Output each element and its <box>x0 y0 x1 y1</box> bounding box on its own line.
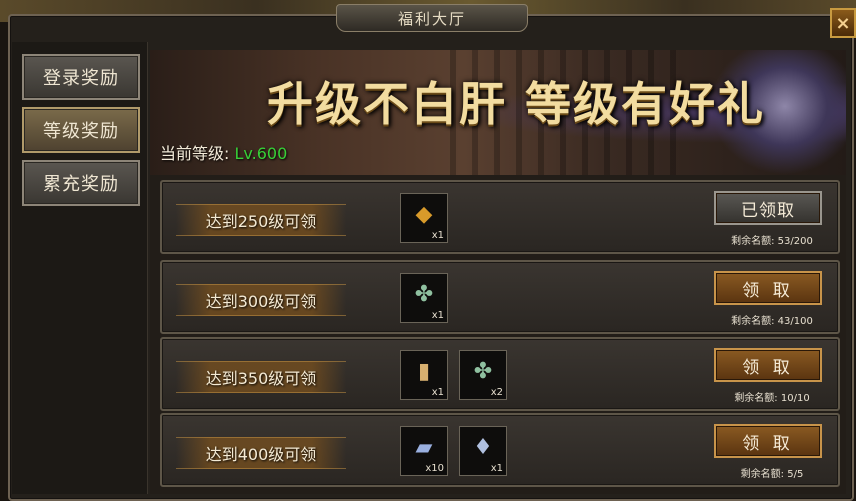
remaining-quota: 剩余名额: 5/5 <box>740 469 804 480</box>
silver-ingot-icon: ▰ <box>415 435 433 460</box>
reward-item-slot[interactable]: ◆ x1 <box>400 193 448 243</box>
sidebar: 登录奖励 等级奖励 累充奖励 <box>12 42 148 494</box>
reward-item-slot[interactable]: ✤ x2 <box>459 350 507 400</box>
item-quantity: x1 <box>431 387 444 398</box>
remaining-quota: 剩余名额: 53/200 <box>731 236 813 247</box>
reward-item-slot[interactable]: ▰ x10 <box>400 426 448 476</box>
sidebar-item-level-reward[interactable]: 等级奖励 <box>22 107 140 153</box>
clover-amulet-icon: ✤ <box>414 282 434 307</box>
reward-requirement: 达到250级可领 <box>176 204 346 236</box>
claim-button[interactable]: 领 取 <box>714 424 822 458</box>
item-quantity: x1 <box>431 230 444 241</box>
main-panel: 升级不白肝 等级有好礼 当前等级: Lv.600 达到250级可领 ◆ x1 已… <box>150 50 846 494</box>
remaining-quota: 剩余名额: 43/100 <box>731 316 813 327</box>
reward-row: 达到300级可领 ✤ x1 领 取 剩余名额: 43/100 <box>160 260 840 334</box>
reward-row: 达到400级可领 ▰ x10 ♦ x1 领 取 剩余名额: 5/5 <box>160 413 840 487</box>
crystal-shard-icon: ♦ <box>473 435 493 460</box>
reward-item-slot[interactable]: ♦ x1 <box>459 426 507 476</box>
current-level-value: Lv.600 <box>234 144 288 163</box>
banner-title: 升级不白肝 等级有好礼 <box>266 77 765 131</box>
reward-item-slot[interactable]: ▮ x1 <box>400 350 448 400</box>
reward-item-slot[interactable]: ✤ x1 <box>400 273 448 323</box>
gold-bar-icon: ▮ <box>417 359 431 384</box>
reward-row: 达到250级可领 ◆ x1 已领取 剩余名额: 53/200 <box>160 180 840 254</box>
gold-gem-icon: ◆ <box>415 202 433 227</box>
claimed-button[interactable]: 已领取 <box>714 191 822 225</box>
claim-button[interactable]: 领 取 <box>714 271 822 305</box>
reward-row: 达到350级可领 ▮ x1 ✤ x2 领 取 剩余名额: 10/10 <box>160 337 840 411</box>
reward-requirement: 达到300级可领 <box>176 284 346 316</box>
claim-button[interactable]: 领 取 <box>714 348 822 382</box>
current-level: 当前等级: Lv.600 <box>160 140 287 164</box>
item-quantity: x1 <box>431 310 444 321</box>
item-quantity: x2 <box>490 387 503 398</box>
item-quantity: x10 <box>425 463 444 474</box>
banner: 升级不白肝 等级有好礼 当前等级: Lv.600 <box>150 50 846 175</box>
item-quantity: x1 <box>490 463 503 474</box>
clover-amulet-icon: ✤ <box>473 359 493 384</box>
remaining-quota: 剩余名额: 10/10 <box>734 393 810 404</box>
sidebar-item-login-reward[interactable]: 登录奖励 <box>22 54 140 100</box>
close-button[interactable]: × <box>830 8 856 38</box>
reward-requirement: 达到400级可领 <box>176 437 346 469</box>
current-level-label: 当前等级: <box>160 144 230 163</box>
window-title: 福利大厅 <box>336 4 528 32</box>
close-icon[interactable]: × <box>835 13 850 34</box>
sidebar-item-recharge-reward[interactable]: 累充奖励 <box>22 160 140 206</box>
reward-requirement: 达到350级可领 <box>176 361 346 393</box>
